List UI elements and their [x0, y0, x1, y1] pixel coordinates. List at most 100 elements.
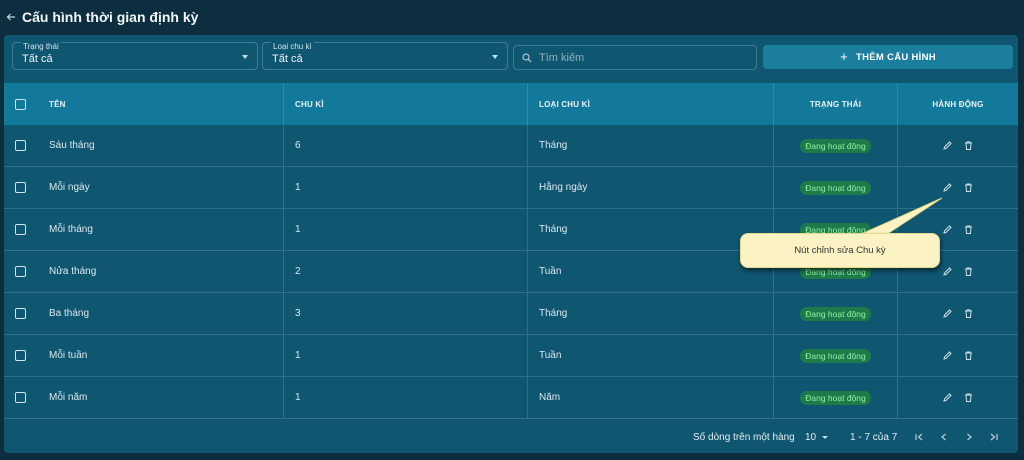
- table-row: Sáu tháng 6 Tháng Đang hoạt động: [4, 125, 1018, 167]
- row-checkbox-cell: [4, 335, 37, 376]
- cell-cycle: 1: [284, 167, 528, 208]
- chevron-down-icon: [492, 55, 498, 59]
- page-title: Cấu hình thời gian định kỳ: [22, 9, 199, 25]
- row-checkbox-cell: [4, 377, 37, 418]
- cell-status: Đang hoạt động: [774, 167, 898, 208]
- chevron-down-icon: [822, 436, 829, 439]
- status-filter-select[interactable]: Trạng thái Tất cả: [12, 42, 258, 70]
- callout-text: Nút chỉnh sửa Chu kỳ: [794, 245, 886, 256]
- cell-name: Mỗi năm: [37, 377, 284, 418]
- cell-cycle-type: Hằng ngày: [528, 167, 774, 208]
- row-checkbox-cell: [4, 125, 37, 166]
- row-checkbox[interactable]: [15, 392, 26, 403]
- status-badge: Đang hoạt động: [800, 390, 871, 405]
- edit-icon[interactable]: [942, 308, 953, 319]
- row-checkbox[interactable]: [15, 266, 26, 277]
- pagination-controls: [911, 429, 1001, 444]
- cell-actions: [898, 377, 1018, 418]
- search-icon: [522, 52, 532, 63]
- status-badge: Đang hoạt động: [800, 306, 871, 321]
- last-page-icon[interactable]: [986, 429, 1001, 444]
- pagination-range: 1 - 7 của 7: [850, 432, 898, 443]
- cell-name: Sáu tháng: [37, 125, 284, 166]
- table-row: Mỗi năm 1 Năm Đang hoạt động: [4, 377, 1018, 419]
- trash-icon[interactable]: [963, 350, 974, 361]
- header-checkbox-cell: [4, 83, 37, 125]
- cell-status: Đang hoạt động: [774, 335, 898, 376]
- row-checkbox[interactable]: [15, 350, 26, 361]
- row-checkbox[interactable]: [15, 140, 26, 151]
- trash-icon[interactable]: [963, 182, 974, 193]
- edit-button-callout: Nút chỉnh sửa Chu kỳ: [740, 233, 940, 268]
- cell-cycle-type: Năm: [528, 377, 774, 418]
- select-all-checkbox[interactable]: [15, 98, 26, 110]
- row-checkbox[interactable]: [15, 308, 26, 319]
- first-page-icon[interactable]: [911, 429, 926, 444]
- cell-status: Đang hoạt động: [774, 125, 898, 166]
- cell-cycle: 2: [284, 251, 528, 292]
- table-footer: Số dòng trên một hàng 10 1 - 7 của 7: [4, 421, 1018, 453]
- cell-name: Ba tháng: [37, 293, 284, 334]
- cell-cycle: 1: [284, 335, 528, 376]
- trash-icon[interactable]: [963, 140, 974, 151]
- row-checkbox[interactable]: [15, 182, 26, 193]
- cell-name: Mỗi tuần: [37, 335, 284, 376]
- table-row: Ba tháng 3 Tháng Đang hoạt động: [4, 293, 1018, 335]
- trash-icon[interactable]: [963, 266, 974, 277]
- rows-per-page-select[interactable]: 10: [805, 432, 829, 443]
- filter-toolbar: Trạng thái Tất cả Loại chu kì Tất cả + T…: [4, 35, 1018, 75]
- edit-icon[interactable]: [942, 350, 953, 361]
- add-config-button[interactable]: + THÊM CẤU HÌNH: [763, 45, 1013, 69]
- cell-cycle-type: Tháng: [528, 125, 774, 166]
- back-arrow-icon[interactable]: [6, 11, 18, 23]
- row-checkbox[interactable]: [15, 224, 26, 235]
- status-badge: Đang hoạt động: [800, 180, 871, 195]
- edit-icon[interactable]: [942, 182, 953, 193]
- table-row: Mỗi tuần 1 Tuần Đang hoạt động: [4, 335, 1018, 377]
- cycle-type-filter-value: Tất cả: [272, 53, 303, 65]
- page-header: Cấu hình thời gian định kỳ: [0, 0, 1024, 34]
- status-filter-label: Trạng thái: [21, 42, 61, 51]
- cell-status: Đang hoạt động: [774, 293, 898, 334]
- add-config-button-label: THÊM CẤU HÌNH: [856, 51, 936, 63]
- column-header-status[interactable]: TRẠNG THÁI: [774, 83, 898, 125]
- cell-actions: [898, 293, 1018, 334]
- edit-icon[interactable]: [942, 266, 953, 277]
- cell-name: Mỗi ngày: [37, 167, 284, 208]
- cell-name: Nửa tháng: [37, 251, 284, 292]
- column-header-actions: HÀNH ĐỘNG: [932, 99, 984, 109]
- column-header-cycle[interactable]: CHU KÌ: [284, 83, 528, 125]
- cell-cycle: 6: [284, 125, 528, 166]
- chevron-down-icon: [242, 55, 248, 59]
- row-checkbox-cell: [4, 209, 37, 250]
- cell-name: Mỗi tháng: [37, 209, 284, 250]
- edit-icon[interactable]: [942, 392, 953, 403]
- column-header-cycle-type[interactable]: LOẠI CHU KÌ: [528, 83, 774, 125]
- cycle-type-filter-select[interactable]: Loại chu kì Tất cả: [262, 42, 508, 70]
- table-row: Mỗi ngày 1 Hằng ngày Đang hoạt động: [4, 167, 1018, 209]
- status-filter-value: Tất cả: [22, 53, 53, 65]
- cell-cycle-type: Tuần: [528, 335, 774, 376]
- rows-per-page-value: 10: [805, 432, 817, 443]
- edit-icon[interactable]: [942, 140, 953, 151]
- plus-icon: +: [840, 49, 848, 64]
- cell-cycle-type: Tháng: [528, 209, 774, 250]
- table-body: Sáu tháng 6 Tháng Đang hoạt động Mỗi ngày 1 Hằ…: [4, 125, 1018, 419]
- trash-icon[interactable]: [963, 392, 974, 403]
- trash-icon[interactable]: [963, 308, 974, 319]
- next-page-icon[interactable]: [961, 429, 976, 444]
- column-header-name[interactable]: TÊN: [37, 83, 284, 125]
- rows-per-page-label: Số dòng trên một hàng: [693, 432, 795, 443]
- edit-icon[interactable]: [942, 224, 953, 235]
- table-header: TÊN CHU KÌ LOẠI CHU KÌ TRẠNG THÁI HÀNH Đ…: [4, 83, 1018, 125]
- cell-actions: [898, 167, 1018, 208]
- cell-cycle-type: Tháng: [528, 293, 774, 334]
- search-input[interactable]: [539, 51, 749, 64]
- cell-actions: [898, 125, 1018, 166]
- search-box: [513, 45, 757, 70]
- prev-page-icon[interactable]: [936, 429, 951, 444]
- cell-cycle: 3: [284, 293, 528, 334]
- status-badge: Đang hoạt động: [800, 348, 871, 363]
- trash-icon[interactable]: [963, 224, 974, 235]
- cell-actions: [898, 335, 1018, 376]
